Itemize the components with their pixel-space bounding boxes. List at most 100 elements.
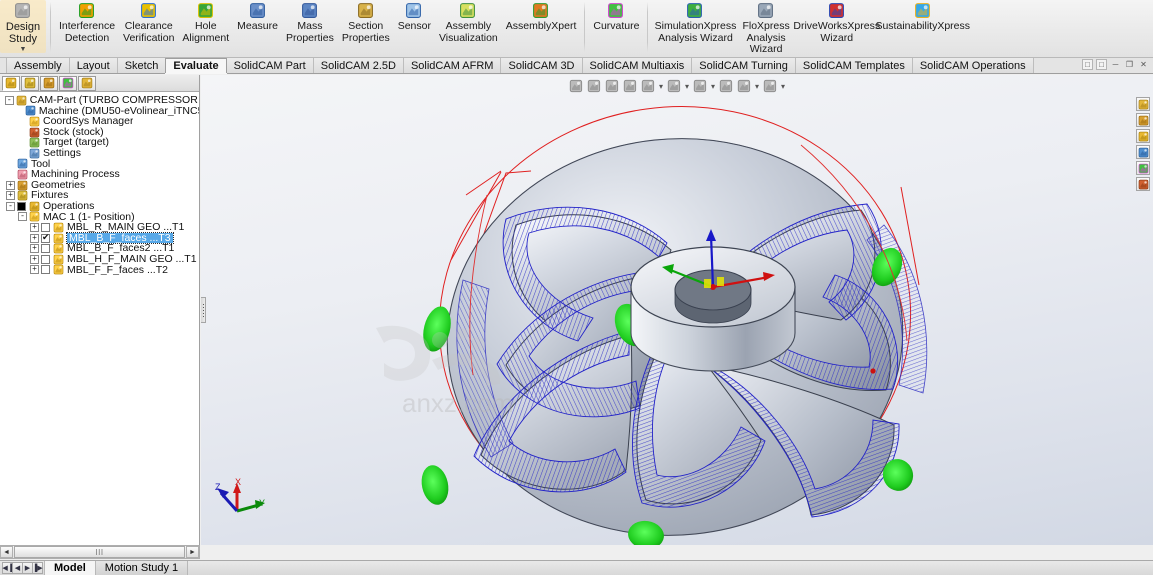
tab-solidcam-2-5d[interactable]: SolidCAM 2.5D — [313, 58, 404, 73]
tree-node[interactable]: Machine (DMU50-eVolinear_iTNC530_5X-Si — [0, 106, 199, 117]
study-nav-button-3[interactable]: ▐▶ — [32, 562, 43, 574]
ribbon-button-design-study[interactable]: Design Study▼ — [0, 0, 46, 53]
panel-splitter-handle[interactable] — [201, 297, 206, 323]
cam-tree[interactable]: - CAM-Part (TURBO COMPRESSOR WHEEL) Mach… — [0, 92, 199, 545]
collapse-toggle-icon[interactable]: - — [5, 96, 14, 105]
tab-solidcam-afrm[interactable]: SolidCAM AFRM — [403, 58, 502, 73]
ribbon-button-clearance-verification[interactable]: Clearance Verification — [119, 0, 178, 44]
zoom-to-fit-icon[interactable] — [568, 78, 584, 94]
previous-view-icon[interactable] — [604, 78, 620, 94]
display-style-icon[interactable] — [666, 78, 682, 94]
solidcam-home-icon[interactable] — [1136, 97, 1150, 111]
ribbon-button-sensor[interactable]: Sensor — [394, 0, 435, 33]
graphics-viewport[interactable]: ▾ ▾ ▾ ▾ ▾ — [201, 75, 1153, 545]
tab-solidcam-multiaxis[interactable]: SolidCAM Multiaxis — [582, 58, 693, 73]
dropdown-arrow-icon[interactable]: ▾ — [710, 82, 716, 91]
chevron-down-icon[interactable]: ▼ — [20, 47, 27, 53]
tree-node[interactable]: + Fixtures — [0, 190, 199, 201]
tree-node[interactable]: + Geometries — [0, 180, 199, 191]
expand-toggle-icon[interactable]: + — [30, 234, 39, 243]
restore-icon[interactable]: ❐ — [1124, 59, 1135, 70]
ribbon-button-driveworksxpress[interactable]: DriveWorksXpress Wizard — [794, 0, 880, 44]
tree-node[interactable]: Settings — [0, 148, 199, 159]
restore-2-icon[interactable]: □ — [1096, 59, 1107, 70]
tree-node[interactable]: Machining Process — [0, 169, 199, 180]
tab-solidcam-operations[interactable]: SolidCAM Operations — [912, 58, 1034, 73]
ribbon-button-floxpress[interactable]: FloXpress Analysis Wizard — [738, 0, 793, 56]
operation-checkbox[interactable] — [41, 244, 50, 253]
tree-horizontal-scrollbar[interactable]: ◄ III ► — [0, 545, 200, 559]
feature-manager-tab[interactable] — [2, 76, 20, 91]
tab-solidcam-turning[interactable]: SolidCAM Turning — [691, 58, 796, 73]
dropdown-arrow-icon[interactable]: ▾ — [684, 82, 690, 91]
solidcam-manager-tab[interactable] — [78, 76, 96, 91]
solidcam-stock-icon[interactable] — [1136, 177, 1150, 191]
restore-1-icon[interactable]: □ — [1082, 59, 1093, 70]
expand-toggle-icon[interactable]: + — [30, 223, 39, 232]
tree-node[interactable]: Stock (stock) — [0, 127, 199, 138]
ribbon-button-section-properties[interactable]: Section Properties — [338, 0, 394, 44]
tree-node[interactable]: Target (target) — [0, 137, 199, 148]
operation-checkbox[interactable] — [41, 234, 50, 243]
collapse-toggle-icon[interactable]: - — [18, 212, 27, 221]
tree-node[interactable]: + MBL_B_F_faces2 ...T1 — [0, 243, 199, 254]
tab-assembly[interactable]: Assembly — [6, 58, 70, 73]
document-tab-motion-study-1[interactable]: Motion Study 1 — [95, 561, 188, 575]
operations-state-box[interactable] — [17, 202, 26, 211]
expand-toggle-icon[interactable]: + — [6, 191, 15, 200]
solidcam-simulate-icon[interactable] — [1136, 113, 1150, 127]
ribbon-button-assembly-visualization[interactable]: Assembly Visualization — [435, 0, 502, 44]
operation-checkbox[interactable] — [41, 265, 50, 274]
solidcam-machine-icon[interactable] — [1136, 145, 1150, 159]
document-tab-model[interactable]: Model — [44, 561, 96, 575]
tab-solidcam-part[interactable]: SolidCAM Part — [226, 58, 314, 73]
apply-scene-icon[interactable] — [736, 78, 752, 94]
operation-checkbox[interactable] — [41, 255, 50, 264]
expand-toggle-icon[interactable]: + — [30, 255, 39, 264]
tree-node[interactable]: - MAC 1 (1- Position) — [0, 212, 199, 223]
close-icon[interactable]: ✕ — [1138, 59, 1149, 70]
tree-node[interactable]: - CAM-Part (TURBO COMPRESSOR WHEEL) — [0, 95, 199, 106]
view-settings-icon[interactable] — [762, 78, 778, 94]
tab-sketch[interactable]: Sketch — [117, 58, 167, 73]
ribbon-button-mass-properties[interactable]: Mass Properties — [282, 0, 338, 44]
scroll-right-arrow[interactable]: ► — [186, 546, 199, 558]
solidcam-folder-icon[interactable] — [1136, 129, 1150, 143]
configuration-manager-tab[interactable] — [40, 76, 58, 91]
tab-solidcam-3d[interactable]: SolidCAM 3D — [500, 58, 582, 73]
tree-node[interactable]: Tool — [0, 159, 199, 170]
tree-node[interactable]: + MBL_R_MAIN GEO ...T1 — [0, 222, 199, 233]
ribbon-button-assemblyxpert[interactable]: AssemblyXpert — [502, 0, 581, 33]
turbo-compressor-wheel-model[interactable] — [201, 75, 1153, 545]
scroll-thumb[interactable]: III — [14, 546, 185, 558]
tree-node[interactable]: + MBL_H_F_MAIN GEO ...T1 — [0, 254, 199, 265]
ribbon-button-sustainabilityxpress[interactable]: SustainabilityXpress — [880, 0, 966, 33]
ribbon-button-simulationxpress[interactable]: SimulationXpress Analysis Wizard — [652, 0, 738, 44]
expand-toggle-icon[interactable]: + — [30, 265, 39, 274]
solidcam-color-icon[interactable] — [1136, 161, 1150, 175]
ribbon-button-hole-alignment[interactable]: Hole Alignment — [178, 0, 233, 44]
tree-node[interactable]: + MBL_F_F_faces ...T2 — [0, 265, 199, 276]
view-orientation-icon[interactable] — [640, 78, 656, 94]
display-manager-tab[interactable] — [59, 76, 77, 91]
property-manager-tab[interactable] — [21, 76, 39, 91]
ribbon-button-curvature[interactable]: Curvature — [589, 0, 643, 33]
zoom-to-area-icon[interactable] — [586, 78, 602, 94]
tree-node[interactable]: + MBL_B_F_faces ...T3 — [0, 233, 199, 244]
ribbon-button-measure[interactable]: Measure — [233, 0, 282, 33]
edit-appearance-icon[interactable] — [718, 78, 734, 94]
tab-solidcam-templates[interactable]: SolidCAM Templates — [795, 58, 913, 73]
dropdown-arrow-icon[interactable]: ▾ — [780, 82, 786, 91]
tab-layout[interactable]: Layout — [69, 58, 118, 73]
scroll-left-arrow[interactable]: ◄ — [0, 546, 13, 558]
minimize-icon[interactable]: ─ — [1110, 59, 1121, 70]
dropdown-arrow-icon[interactable]: ▾ — [754, 82, 760, 91]
tree-node[interactable]: CoordSys Manager — [0, 116, 199, 127]
tab-evaluate[interactable]: Evaluate — [165, 58, 226, 73]
expand-toggle-icon[interactable]: + — [6, 181, 15, 190]
hide-show-items-icon[interactable] — [692, 78, 708, 94]
expand-toggle-icon[interactable]: + — [30, 244, 39, 253]
dropdown-arrow-icon[interactable]: ▾ — [658, 82, 664, 91]
collapse-toggle-icon[interactable]: - — [6, 202, 15, 211]
ribbon-button-interference-detection[interactable]: Interference Detection — [55, 0, 119, 44]
